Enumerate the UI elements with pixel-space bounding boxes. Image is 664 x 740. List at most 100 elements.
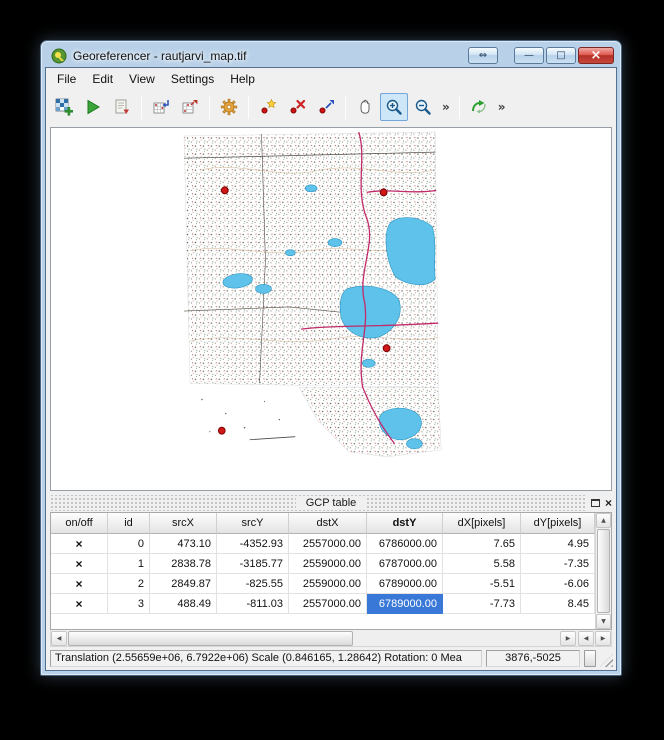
column-header-dstx[interactable]: dstX bbox=[289, 513, 367, 534]
load-gcp-button[interactable] bbox=[147, 93, 175, 121]
menu-view[interactable]: View bbox=[121, 70, 163, 88]
gcp-cell[interactable]: 6789000.00 bbox=[367, 574, 443, 594]
gcp-cell[interactable]: 2 bbox=[108, 574, 150, 594]
column-header-onoff[interactable]: on/off bbox=[51, 513, 108, 534]
gcp-cell[interactable]: 3 bbox=[108, 594, 150, 614]
gcp-enabled-checkbox[interactable]: × bbox=[51, 534, 108, 554]
gcp-marker[interactable] bbox=[380, 189, 387, 196]
zoom-in-button[interactable] bbox=[380, 93, 408, 121]
gcp-cell[interactable]: -4352.93 bbox=[217, 534, 289, 554]
zoom-out-icon bbox=[414, 98, 432, 116]
gcp-cell[interactable]: -7.35 bbox=[521, 554, 595, 574]
gcp-marker[interactable] bbox=[383, 345, 390, 352]
gcp-cell[interactable]: 1 bbox=[108, 554, 150, 574]
open-raster-button[interactable] bbox=[50, 93, 78, 121]
arrange-button[interactable]: ⇔ bbox=[468, 47, 498, 64]
gear-icon bbox=[220, 98, 238, 116]
gcp-cell[interactable]: 2557000.00 bbox=[289, 534, 367, 554]
menu-edit[interactable]: Edit bbox=[84, 70, 121, 88]
gcp-enabled-checkbox[interactable]: × bbox=[51, 554, 108, 574]
gcp-cell[interactable]: -5.51 bbox=[443, 574, 521, 594]
gcp-cell[interactable]: -3185.77 bbox=[217, 554, 289, 574]
gcp-cell[interactable]: 0 bbox=[108, 534, 150, 554]
save-gcp-button[interactable] bbox=[176, 93, 204, 121]
gcp-cell[interactable]: 7.65 bbox=[443, 534, 521, 554]
maximize-button[interactable]: □ bbox=[546, 47, 576, 64]
gcp-enabled-checkbox[interactable]: × bbox=[51, 594, 108, 614]
hscroll-thumb[interactable] bbox=[68, 631, 353, 646]
zoom-link-button[interactable] bbox=[465, 93, 493, 121]
transformation-settings-button[interactable] bbox=[215, 93, 243, 121]
dock-float-button[interactable] bbox=[591, 494, 600, 512]
gcp-cell[interactable]: 2849.87 bbox=[150, 574, 217, 594]
vscroll-track[interactable] bbox=[596, 528, 611, 614]
close-button[interactable]: × bbox=[578, 47, 614, 64]
minimize-button[interactable]: — bbox=[514, 47, 544, 64]
column-header-srcy[interactable]: srcY bbox=[217, 513, 289, 534]
titlebar[interactable]: Georeferencer - rautjarvi_map.tif ⇔ — □ … bbox=[41, 41, 621, 67]
hscroll-track[interactable] bbox=[68, 631, 559, 646]
scroll-extra-left-button[interactable]: ◀ bbox=[578, 631, 594, 646]
gcp-cell[interactable]: -6.06 bbox=[521, 574, 595, 594]
column-header-dx[interactable]: dX[pixels] bbox=[443, 513, 521, 534]
scroll-extra-right-button[interactable]: ▶ bbox=[595, 631, 611, 646]
gcp-cell-selected[interactable]: 6789000.00 bbox=[367, 594, 443, 614]
gcp-table: on/off id srcX srcY dstX dstY dX[pixels]… bbox=[51, 513, 595, 629]
gcp-cell[interactable]: 2559000.00 bbox=[289, 574, 367, 594]
scroll-down-button[interactable]: ▼ bbox=[596, 614, 611, 629]
gcp-cell[interactable]: -811.03 bbox=[217, 594, 289, 614]
column-header-srcx[interactable]: srcX bbox=[150, 513, 217, 534]
scroll-left-button[interactable]: ◀ bbox=[51, 631, 67, 646]
gcp-cell[interactable]: 473.10 bbox=[150, 534, 217, 554]
gcp-cell[interactable]: 488.49 bbox=[150, 594, 217, 614]
gcp-dock-titlebar[interactable]: GCP table × bbox=[50, 495, 612, 511]
toolbar-overflow-button[interactable]: » bbox=[438, 100, 454, 114]
gcp-cell[interactable]: 6787000.00 bbox=[367, 554, 443, 574]
dock-float-icon bbox=[591, 499, 600, 507]
add-point-button[interactable] bbox=[254, 93, 282, 121]
gcp-cell[interactable]: 2557000.00 bbox=[289, 594, 367, 614]
table-row: × 2 2849.87 -825.55 2559000.00 6789000.0… bbox=[51, 574, 595, 594]
gcp-marker[interactable] bbox=[221, 187, 228, 194]
move-point-button[interactable] bbox=[312, 93, 340, 121]
scroll-right-button[interactable]: ▶ bbox=[560, 631, 576, 646]
georeferencer-window: Georeferencer - rautjarvi_map.tif ⇔ — □ … bbox=[40, 40, 622, 676]
canvas-wrap bbox=[46, 125, 616, 493]
gdal-script-button[interactable] bbox=[108, 93, 136, 121]
status-mini-button[interactable] bbox=[584, 650, 596, 667]
gcp-enabled-checkbox[interactable]: × bbox=[51, 574, 108, 594]
table-vertical-scrollbar[interactable]: ▲ ▼ bbox=[595, 513, 611, 629]
gcp-cell[interactable]: 4.95 bbox=[521, 534, 595, 554]
resize-grip[interactable] bbox=[600, 654, 613, 667]
map-canvas[interactable] bbox=[50, 127, 612, 491]
column-header-id[interactable]: id bbox=[108, 513, 150, 534]
gcp-cell[interactable]: 2559000.00 bbox=[289, 554, 367, 574]
gcp-cell[interactable]: -7.73 bbox=[443, 594, 521, 614]
gcp-marker[interactable] bbox=[218, 427, 225, 434]
gcp-cell[interactable]: 8.45 bbox=[521, 594, 595, 614]
table-horizontal-scrollbar[interactable]: ◀ ▶ ◀ ▶ bbox=[50, 630, 612, 647]
dock-close-button[interactable]: × bbox=[605, 497, 612, 509]
pan-button[interactable] bbox=[351, 93, 379, 121]
vscroll-thumb[interactable] bbox=[597, 529, 610, 613]
move-point-icon bbox=[317, 98, 335, 116]
delete-point-button[interactable] bbox=[283, 93, 311, 121]
zoom-out-button[interactable] bbox=[409, 93, 437, 121]
scroll-up-button[interactable]: ▲ bbox=[596, 513, 611, 528]
gcp-cell[interactable]: 2838.78 bbox=[150, 554, 217, 574]
add-point-icon bbox=[259, 98, 277, 116]
gdal-script-icon bbox=[113, 98, 131, 116]
menu-file[interactable]: File bbox=[49, 70, 84, 88]
column-header-dsty[interactable]: dstY bbox=[367, 513, 443, 534]
gcp-cell[interactable]: -825.55 bbox=[217, 574, 289, 594]
open-raster-icon bbox=[55, 98, 73, 116]
gcp-cell[interactable]: 5.58 bbox=[443, 554, 521, 574]
menu-settings[interactable]: Settings bbox=[163, 70, 222, 88]
gcp-cell[interactable]: 6786000.00 bbox=[367, 534, 443, 554]
load-gcp-icon bbox=[152, 98, 170, 116]
table-row: × 3 488.49 -811.03 2557000.00 6789000.00… bbox=[51, 594, 595, 614]
start-georeferencing-button[interactable] bbox=[79, 93, 107, 121]
menu-help[interactable]: Help bbox=[222, 70, 263, 88]
toolbar-overflow-button-2[interactable]: » bbox=[494, 100, 510, 114]
column-header-dy[interactable]: dY[pixels] bbox=[521, 513, 595, 534]
